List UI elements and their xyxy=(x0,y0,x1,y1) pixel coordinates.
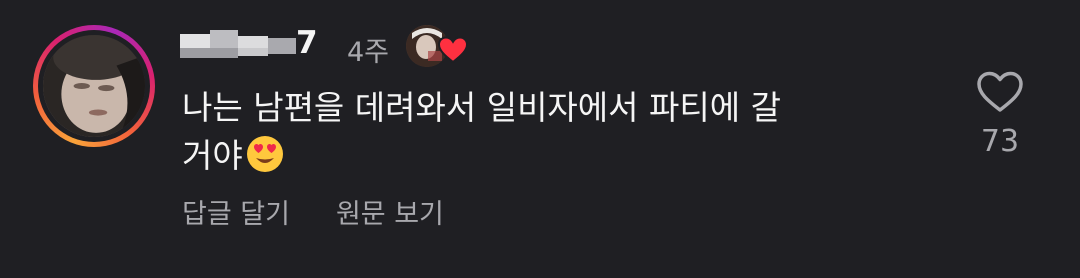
comment-actions: 답글 달기 원문 보기 xyxy=(182,192,444,231)
username[interactable]: 7 xyxy=(296,25,318,61)
heart-outline-icon[interactable] xyxy=(976,70,1024,114)
creator-heart-icon xyxy=(438,36,468,64)
like-count: 73 xyxy=(980,124,1020,159)
reply-button[interactable]: 답글 달기 xyxy=(182,192,290,231)
like-button[interactable]: 73 xyxy=(973,70,1027,159)
heart-eyes-emoji-icon xyxy=(246,136,283,172)
comment-item: 7 4주 나는 남편을 데려와서 일비자에서 파티에 갈거야 답글 달기 원문 … xyxy=(0,0,1080,278)
comment-text: 나는 남편을 데려와서 일비자에서 파티에 갈거야 xyxy=(182,84,862,180)
see-original-button[interactable]: 원문 보기 xyxy=(336,192,444,231)
comment-timestamp: 4주 xyxy=(347,37,390,68)
avatar-story-ring[interactable] xyxy=(33,25,155,147)
comment-text-line2: 거야 xyxy=(182,136,243,175)
comment-text-line1: 나는 남편을 데려와서 일비자에서 파티에 갈 xyxy=(182,88,781,127)
avatar-photo xyxy=(43,35,145,137)
avatar xyxy=(43,35,145,137)
